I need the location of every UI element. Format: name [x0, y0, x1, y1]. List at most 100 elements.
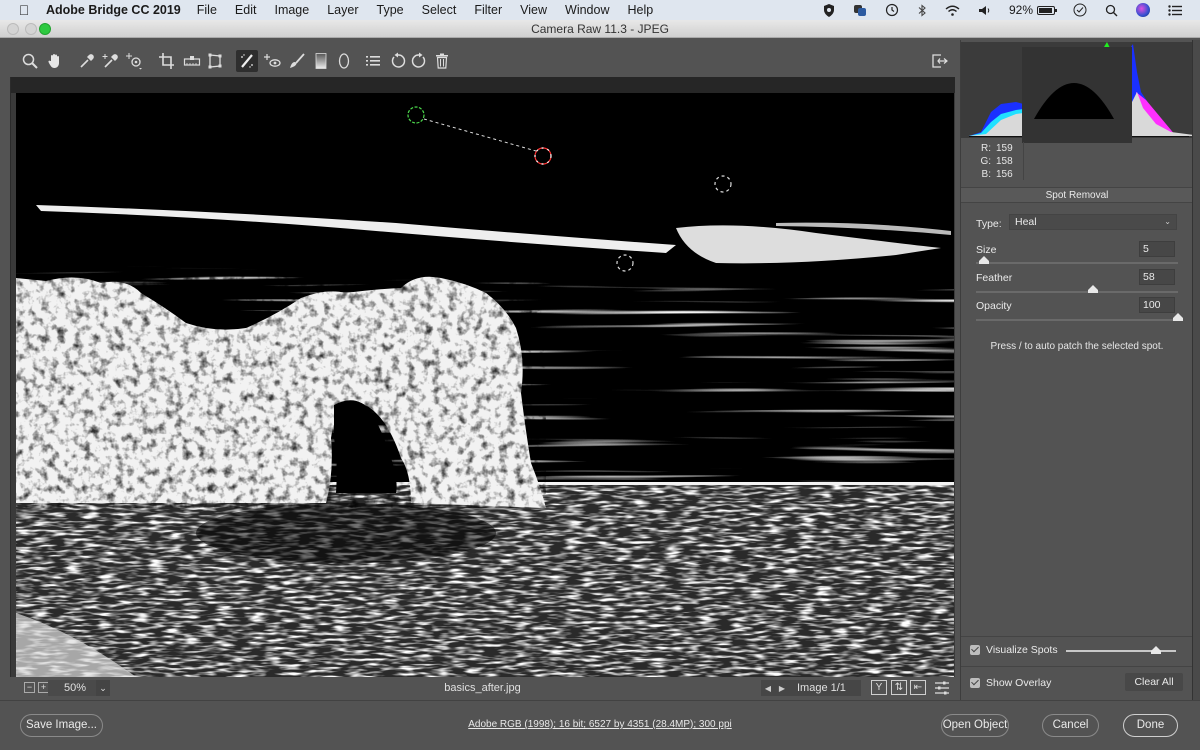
hand-icon	[48, 54, 59, 68]
feather-slider[interactable]	[976, 285, 1178, 293]
size-slider[interactable]	[976, 256, 1178, 264]
right-panel: R: 159 G: 158 B: 156 Spot Removal Type: Hea…	[960, 40, 1193, 700]
shield-icon[interactable]	[823, 3, 835, 17]
g-label: G:	[980, 156, 991, 167]
visualize-spots-slider[interactable]	[1066, 646, 1176, 654]
crop-icon	[159, 53, 174, 69]
spot-removal-brush-icon	[241, 54, 253, 68]
spot-removal-tool[interactable]	[236, 50, 258, 72]
preferences-button[interactable]	[362, 50, 384, 72]
show-overlay-checkbox[interactable]: Show Overlay	[970, 676, 1051, 690]
battery-status[interactable]: 92%	[1009, 3, 1057, 17]
r-value: 159	[996, 143, 1013, 154]
opacity-slider-thumb[interactable]	[1173, 313, 1183, 321]
app-menu[interactable]: Adobe Bridge CC 2019	[46, 3, 181, 17]
swap-settings-button[interactable]: ⇅	[891, 680, 907, 695]
adjustment-brush-tool[interactable]	[286, 50, 308, 72]
dialog-footer: Save Image... Adobe RGB (1998); 16 bit; …	[0, 700, 1200, 750]
targeted-adjustment-tool[interactable]	[123, 50, 145, 72]
next-image-button[interactable]: ▶	[775, 684, 789, 693]
size-input[interactable]: 5	[1139, 241, 1175, 257]
creative-cloud-icon[interactable]	[853, 4, 867, 17]
image-preview[interactable]	[16, 93, 954, 677]
preview-preferences-button[interactable]	[931, 677, 953, 699]
red-eye-tool[interactable]	[261, 50, 283, 72]
panel-scrollbar[interactable]	[1192, 40, 1200, 700]
radial-filter-tool[interactable]	[333, 50, 355, 72]
eyedropper-icon	[80, 54, 94, 68]
transform-tool[interactable]	[204, 50, 226, 72]
menu-edit[interactable]: Edit	[235, 3, 257, 17]
size-label: Size	[976, 244, 997, 256]
image-navigator: ◀ ▶ Image 1/1	[761, 680, 861, 696]
transform-icon	[208, 53, 222, 69]
magnifier-icon	[22, 53, 38, 69]
target-adjust-icon	[126, 53, 142, 70]
brush-icon	[290, 53, 305, 68]
opacity-slider[interactable]	[976, 313, 1183, 321]
menu-type[interactable]: Type	[377, 3, 404, 17]
menu-select[interactable]: Select	[422, 3, 457, 17]
feather-slider-thumb[interactable]	[1088, 285, 1099, 293]
clear-all-button[interactable]: Clear All	[1125, 673, 1183, 691]
histogram	[961, 42, 1193, 143]
straighten-tool[interactable]	[181, 50, 203, 72]
menu-image[interactable]: Image	[274, 3, 309, 17]
rotate-cw-button[interactable]	[408, 50, 430, 72]
visualize-spots-label: Visualize Spots	[986, 644, 1058, 656]
show-overlay-label: Show Overlay	[986, 677, 1052, 689]
volume-icon[interactable]	[978, 5, 991, 16]
b-value: 156	[996, 169, 1013, 180]
hand-tool[interactable]	[44, 50, 66, 72]
rotate-right-icon	[411, 52, 426, 68]
done-button[interactable]: Done	[1123, 714, 1178, 737]
rotate-ccw-button[interactable]	[387, 50, 409, 72]
image-counter: Image 1/1	[797, 682, 846, 694]
menu-filter[interactable]: Filter	[474, 3, 502, 17]
previous-image-button[interactable]: ◀	[761, 684, 775, 693]
red-eye-icon	[264, 54, 281, 67]
trash-icon	[436, 53, 448, 69]
wifi-icon[interactable]	[945, 5, 960, 16]
size-slider-thumb[interactable]	[979, 256, 990, 264]
menu-view[interactable]: View	[520, 3, 547, 17]
graduated-filter-tool[interactable]	[310, 50, 332, 72]
toggle-fullscreen-button[interactable]	[928, 50, 950, 72]
type-select[interactable]: Heal ⌄	[1009, 214, 1177, 230]
menu-file[interactable]: File	[197, 3, 217, 17]
apple-menu-icon[interactable]: 	[16, 2, 32, 18]
before-after-toggle-button[interactable]: Y	[871, 680, 887, 695]
delete-button[interactable]	[431, 50, 453, 72]
cancel-button[interactable]: Cancel	[1042, 714, 1099, 737]
color-sampler-tool[interactable]	[99, 50, 121, 72]
clock-icon[interactable]	[1073, 3, 1087, 17]
opacity-input[interactable]: 100	[1139, 297, 1175, 313]
type-label: Type:	[976, 218, 1002, 230]
opacity-label: Opacity	[976, 300, 1012, 312]
menu-window[interactable]: Window	[565, 3, 609, 17]
r-label: R:	[981, 143, 991, 154]
white-balance-tool[interactable]	[76, 50, 98, 72]
rgb-readout: R: 159 G: 158 B: 156	[961, 138, 1193, 186]
highlight-clipping-warning-icon[interactable]	[958, 47, 1190, 143]
checkbox-checked-icon	[970, 678, 980, 688]
copy-settings-button[interactable]: ⇤	[910, 680, 926, 695]
crop-tool[interactable]	[156, 50, 178, 72]
spotlight-search-icon[interactable]	[1105, 4, 1118, 17]
workflow-options-link[interactable]: Adobe RGB (1998); 16 bit; 6527 by 4351 (…	[0, 719, 1200, 730]
time-machine-icon[interactable]	[885, 3, 899, 17]
toggle-fullscreen-icon	[932, 54, 948, 68]
visualize-spots-checkbox[interactable]: Visualize Spots	[970, 643, 1058, 657]
open-object-button[interactable]: Open Object	[941, 714, 1009, 737]
siri-icon[interactable]	[1136, 3, 1150, 17]
menu-help[interactable]: Help	[627, 3, 653, 17]
battery-icon	[1037, 5, 1057, 15]
feather-input[interactable]: 58	[1139, 269, 1175, 285]
bluetooth-icon[interactable]	[917, 3, 927, 17]
visualize-spots-slider-thumb[interactable]	[1151, 646, 1162, 654]
notification-center-icon[interactable]	[1168, 4, 1182, 16]
feather-label: Feather	[976, 272, 1013, 284]
window-title: Camera Raw 11.3 - JPEG	[531, 22, 669, 36]
menu-layer[interactable]: Layer	[327, 3, 358, 17]
zoom-tool[interactable]	[19, 50, 41, 72]
